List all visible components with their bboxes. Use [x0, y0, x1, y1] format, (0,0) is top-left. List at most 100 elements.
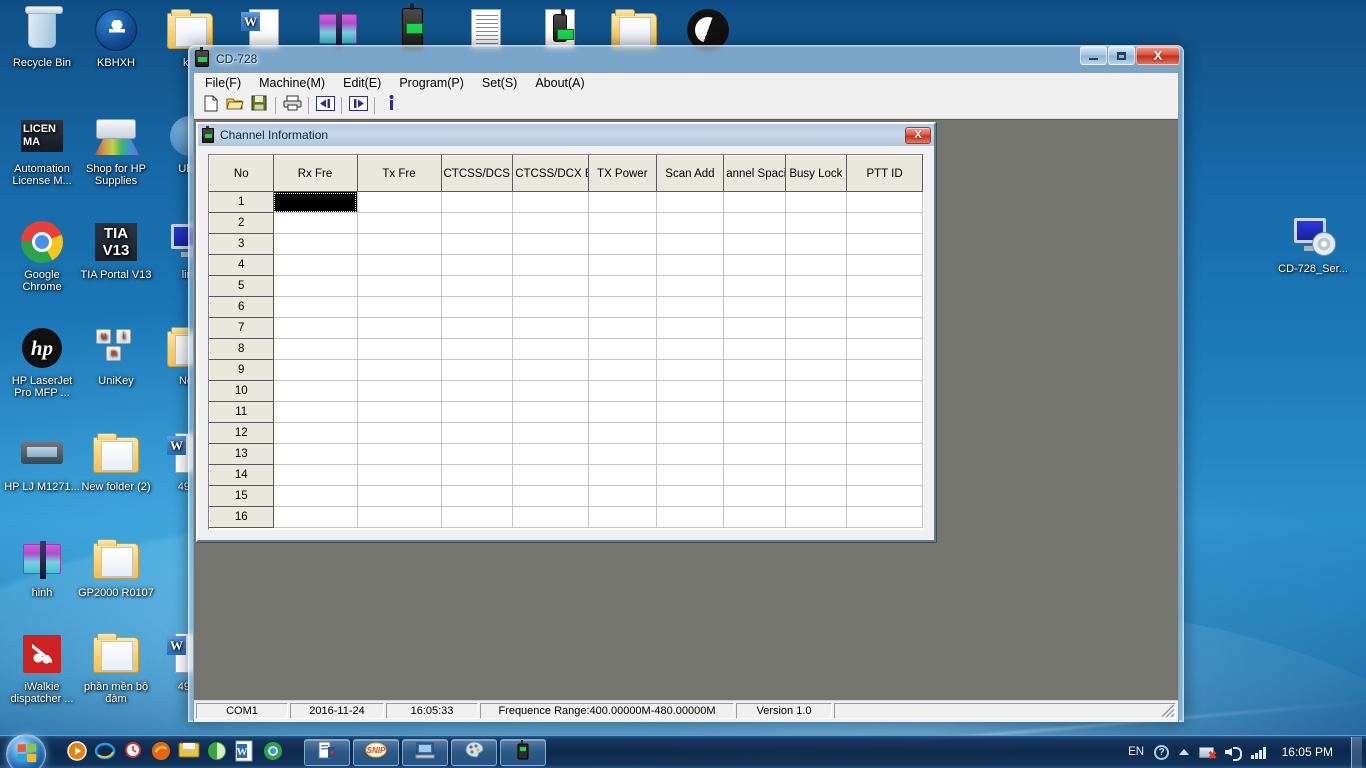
table-cell[interactable] [512, 317, 589, 339]
table-cell[interactable] [356, 254, 442, 276]
table-cell[interactable] [440, 254, 514, 276]
table-cell[interactable] [272, 296, 358, 318]
taskbar-clock[interactable]: 16:05 PM [1276, 745, 1339, 759]
table-cell[interactable] [846, 485, 923, 507]
table-cell[interactable] [440, 422, 514, 444]
table-cell[interactable] [588, 212, 657, 234]
table-cell[interactable] [784, 212, 848, 234]
column-header[interactable]: Tx Fre [356, 155, 442, 192]
quick-launch-security[interactable] [206, 740, 230, 764]
table-cell[interactable] [272, 338, 358, 360]
save-file-button[interactable] [247, 95, 271, 117]
new-file-button[interactable] [199, 95, 223, 117]
show-hidden-icons-icon[interactable] [1179, 749, 1190, 755]
minimize-button[interactable] [1080, 46, 1107, 65]
start-button[interactable] [2, 733, 50, 768]
mdi-workspace[interactable]: Channel Information X No Rx Fre Tx Fre CTCS… [194, 119, 1178, 700]
table-cell[interactable] [846, 422, 923, 444]
column-header[interactable]: annel Spaci [723, 155, 786, 192]
table-cell[interactable] [440, 443, 514, 465]
volume-icon[interactable] [1225, 745, 1243, 761]
column-header[interactable]: CTCSS/DCS Dec [440, 155, 514, 192]
menu-set[interactable]: Set(S) [473, 74, 526, 92]
table-cell[interactable] [784, 443, 848, 465]
row-number-cell[interactable]: 16 [209, 506, 274, 528]
table-cell[interactable] [440, 506, 514, 528]
table-cell[interactable] [655, 485, 725, 507]
table-cell[interactable] [846, 401, 923, 423]
column-header[interactable]: PTT ID [846, 155, 923, 192]
maximize-button[interactable] [1108, 46, 1135, 65]
quick-launch-firefox[interactable] [150, 740, 174, 764]
table-cell[interactable] [588, 338, 657, 360]
table-cell[interactable] [655, 380, 725, 402]
table-cell[interactable] [356, 443, 442, 465]
table-cell[interactable] [723, 338, 786, 360]
table-cell[interactable] [846, 443, 923, 465]
table-cell[interactable] [356, 191, 442, 213]
table-cell[interactable] [356, 212, 442, 234]
desktop-icon[interactable]: hinh [4, 536, 80, 599]
close-button[interactable]: X [1136, 46, 1180, 65]
table-cell[interactable] [512, 443, 589, 465]
table-cell[interactable] [846, 506, 923, 528]
column-header[interactable]: Busy Lock [784, 155, 848, 192]
table-cell[interactable] [846, 317, 923, 339]
table-cell[interactable] [846, 338, 923, 360]
info-button[interactable] [379, 95, 403, 117]
table-cell[interactable] [846, 359, 923, 381]
table-cell[interactable] [440, 317, 514, 339]
table-cell[interactable] [723, 506, 786, 528]
cd728-application-window[interactable]: CD-728 X File(F) Machine(M) Edit(E) Program… [188, 45, 1184, 722]
table-cell[interactable] [588, 443, 657, 465]
table-cell[interactable] [588, 464, 657, 486]
menu-program[interactable]: Program(P) [390, 74, 473, 92]
table-row[interactable]: 15 [209, 485, 923, 507]
table-cell[interactable] [512, 485, 589, 507]
row-number-cell[interactable]: 5 [209, 275, 274, 297]
table-cell[interactable] [356, 317, 442, 339]
table-cell[interactable] [784, 485, 848, 507]
print-button[interactable] [280, 95, 304, 117]
table-cell[interactable] [784, 191, 848, 213]
open-file-button[interactable] [223, 95, 247, 117]
table-cell[interactable] [846, 275, 923, 297]
table-cell[interactable] [272, 254, 358, 276]
table-cell[interactable] [655, 443, 725, 465]
desktop-icon[interactable]: Recycle Bin [4, 6, 80, 69]
table-cell[interactable] [784, 317, 848, 339]
desktop[interactable]: Recycle BinKBHXHki tWLICENMAAutomation L… [0, 0, 1366, 768]
table-cell[interactable] [512, 212, 589, 234]
table-cell[interactable] [784, 233, 848, 255]
table-cell[interactable] [655, 317, 725, 339]
taskbar-item-snip[interactable]: SNIP [353, 738, 399, 766]
table-cell[interactable] [512, 233, 589, 255]
table-cell[interactable] [440, 401, 514, 423]
table-cell[interactable] [655, 275, 725, 297]
table-cell[interactable] [440, 212, 514, 234]
table-cell[interactable] [512, 191, 589, 213]
table-cell[interactable] [272, 443, 358, 465]
taskbar[interactable]: W SNIP EN ? 16:05 PM [0, 733, 1366, 768]
table-cell[interactable] [588, 275, 657, 297]
table-cell[interactable] [723, 359, 786, 381]
table-cell[interactable] [723, 296, 786, 318]
table-row[interactable]: 1 [209, 191, 923, 213]
taskbar-item-editor[interactable] [304, 738, 350, 766]
table-cell[interactable] [512, 422, 589, 444]
row-number-cell[interactable]: 14 [209, 464, 274, 486]
desktop-icon[interactable]: CD-728_Ser... [1275, 212, 1351, 275]
desktop-icon[interactable]: GP2000 R0107 [78, 536, 154, 599]
quick-launch-chrome[interactable] [262, 740, 286, 764]
table-cell[interactable] [272, 359, 358, 381]
table-row[interactable]: 10 [209, 380, 923, 402]
table-row[interactable]: 9 [209, 359, 923, 381]
table-cell[interactable] [784, 275, 848, 297]
table-row[interactable]: 8 [209, 338, 923, 360]
table-cell[interactable] [440, 296, 514, 318]
quick-launch-clock-app[interactable] [122, 740, 146, 764]
table-cell[interactable] [588, 422, 657, 444]
table-row[interactable]: 11 [209, 401, 923, 423]
taskbar-item-cd728[interactable] [500, 738, 546, 766]
table-cell[interactable] [723, 212, 786, 234]
